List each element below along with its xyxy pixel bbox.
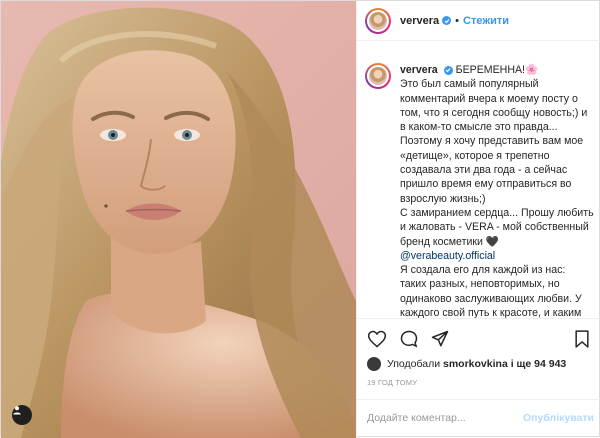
likes-summary: Уподобали smorkovkina і ще 94 943 xyxy=(367,357,566,371)
caption-paragraph: Это был самый популярный комментарий вче… xyxy=(400,78,588,205)
username-link[interactable]: ververa xyxy=(400,15,439,27)
comment-icon[interactable] xyxy=(399,329,419,354)
caption-first-line: БЕРЕМЕННА!🌸 xyxy=(455,64,539,76)
user-tag-icon[interactable] xyxy=(12,405,32,425)
verified-icon xyxy=(443,65,453,75)
liker-username[interactable]: smorkovkina xyxy=(443,358,508,370)
publish-button[interactable]: Опублікувати xyxy=(523,412,594,424)
post-actions: Уподобали smorkovkina і ще 94 943 19 ГОД… xyxy=(357,318,600,436)
likes-prefix: Уподобали xyxy=(387,358,441,370)
post-header: ververa • Стежити xyxy=(357,1,600,41)
action-icons xyxy=(367,329,592,351)
caption-text: ververa БЕРЕМЕННА!🌸 Это был самый популя… xyxy=(400,63,594,318)
post-timestamp[interactable]: 19 ГОД ТОМУ xyxy=(367,378,417,387)
caption-avatar[interactable] xyxy=(365,63,391,89)
caption-paragraph: С замиранием сердца... Прошу любить и жа… xyxy=(400,206,594,248)
post-photo[interactable] xyxy=(1,1,356,438)
caption-username[interactable]: ververa xyxy=(400,64,438,76)
likes-count[interactable]: і ще 94 943 xyxy=(511,358,567,370)
comment-input[interactable] xyxy=(367,412,523,424)
post-sidebar: ververa • Стежити ververa БЕРЕМЕННА!🌸 Эт… xyxy=(356,1,600,438)
caption-paragraph: Я создала его для каждой из нас: таких р… xyxy=(400,264,582,318)
mention-link[interactable]: @verabeauty.official xyxy=(400,250,495,262)
comment-bar: Опублікувати xyxy=(357,399,600,436)
portrait-illustration xyxy=(1,7,356,438)
liker-avatar[interactable] xyxy=(367,357,381,371)
heart-icon[interactable] xyxy=(367,329,387,354)
follow-button[interactable]: Стежити xyxy=(463,15,509,27)
share-icon[interactable] xyxy=(430,329,450,354)
avatar[interactable] xyxy=(365,7,391,34)
separator-dot: • xyxy=(455,14,460,27)
bookmark-icon[interactable] xyxy=(572,329,592,354)
verified-icon xyxy=(442,16,452,25)
caption-section: ververa БЕРЕМЕННА!🌸 Это был самый популя… xyxy=(357,41,600,318)
instagram-post: ververa • Стежити ververa БЕРЕМЕННА!🌸 Эт… xyxy=(0,0,600,438)
